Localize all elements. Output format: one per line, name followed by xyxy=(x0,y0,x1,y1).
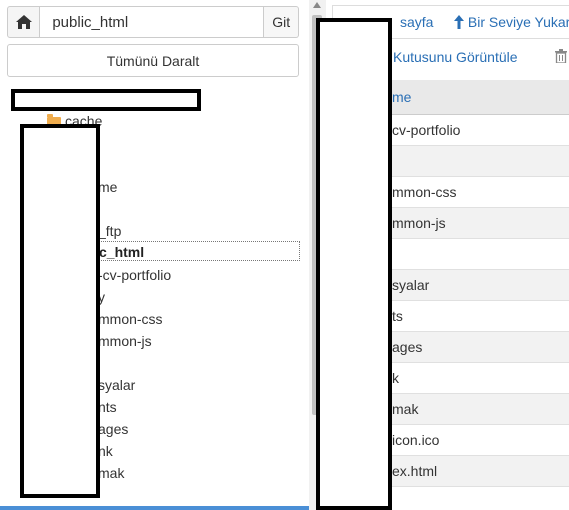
tree-item[interactable]: me xyxy=(98,177,117,197)
scroll-up-arrow-icon[interactable] xyxy=(313,2,321,8)
view-trash-link[interactable]: Kutusunu Görüntüle xyxy=(393,49,518,65)
redaction-box xyxy=(316,18,392,510)
home-button[interactable] xyxy=(7,6,41,38)
tree-item[interactable]: mak xyxy=(98,463,124,483)
home-page-link[interactable]: sayfa xyxy=(400,14,433,30)
arrow-up-icon xyxy=(454,15,464,29)
tree-item[interactable]: nk xyxy=(98,441,113,461)
path-input[interactable] xyxy=(40,6,265,38)
redaction-box xyxy=(11,89,201,111)
trash-icon[interactable] xyxy=(555,49,567,63)
path-bar: Git xyxy=(7,6,299,38)
tree-item[interactable]: mmon-js xyxy=(98,331,152,351)
redaction-box xyxy=(20,124,100,498)
tree-item-public-html[interactable]: c_html xyxy=(88,241,300,261)
go-button[interactable]: Git xyxy=(264,6,299,38)
tree-item[interactable]: -cv-portfolio xyxy=(98,265,171,285)
collapse-all-button[interactable]: Tümünü Daralt xyxy=(7,44,299,77)
tree-item[interactable]: syalar xyxy=(98,375,135,395)
home-icon xyxy=(15,15,32,29)
panel-bottom-border xyxy=(0,506,309,510)
tree-item[interactable]: nts xyxy=(98,397,117,417)
tree-item[interactable]: _ftp xyxy=(98,221,121,241)
tree-item[interactable]: mmon-css xyxy=(98,309,163,329)
tree-item[interactable]: ages xyxy=(98,419,128,439)
up-one-level-link[interactable]: Bir Seviye Yukar xyxy=(454,14,569,30)
